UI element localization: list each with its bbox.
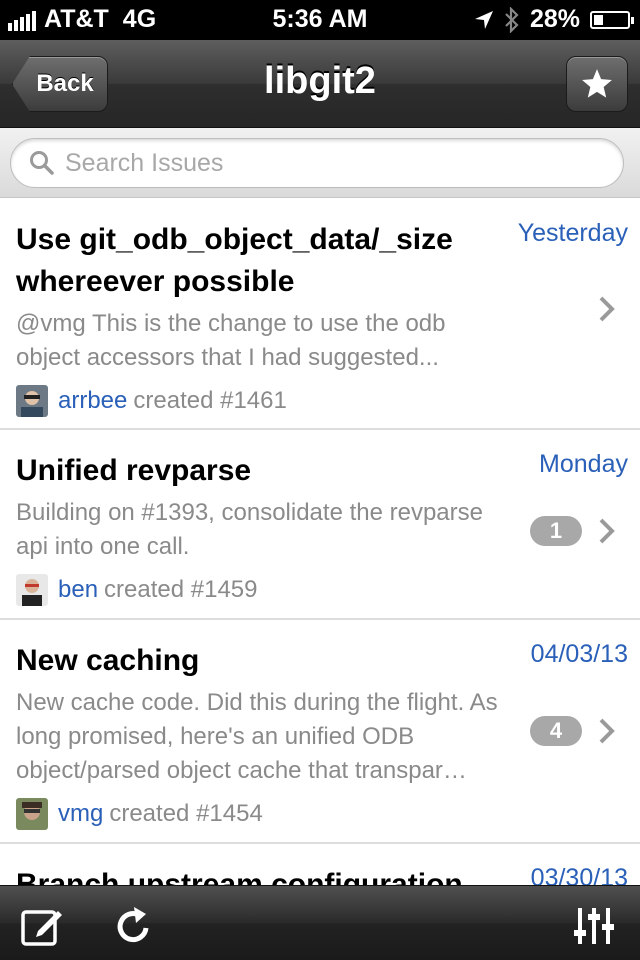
issue-date: Yesterday [517, 219, 628, 247]
avatar [16, 574, 48, 606]
star-button[interactable] [566, 56, 628, 112]
page-title: libgit2 [264, 60, 376, 102]
avatar [16, 798, 48, 830]
issue-row[interactable]: Use git_odb_object_data/_size whereever … [0, 199, 640, 430]
chevron-right-icon [599, 518, 615, 544]
bluetooth-icon [504, 6, 520, 33]
chevron-right-icon [599, 718, 615, 744]
issue-meta: arrbee created #1461 [16, 383, 624, 419]
issue-meta: vmg created #1454 [16, 796, 624, 832]
battery-fill [594, 14, 603, 25]
comment-count-badge: 1 [530, 516, 582, 546]
location-arrow-icon [474, 10, 494, 30]
comment-count-badge: 4 [530, 716, 582, 746]
search-icon [30, 151, 54, 175]
issue-title: Use git_odb_object_data/_size whereever … [16, 223, 453, 298]
filter-button[interactable] [572, 904, 616, 948]
chevron-right-icon [599, 296, 615, 322]
issue-date: 04/03/13 [530, 640, 628, 668]
issue-body: New cache code. Did this during the flig… [16, 689, 498, 784]
issue-row[interactable]: Branch upstream configuration 03/30/13 [0, 844, 640, 885]
refresh-icon [117, 907, 149, 943]
issue-created: created #1459 [104, 576, 258, 603]
navigation-bar: Back libgit2 [0, 40, 640, 128]
refresh-button[interactable] [112, 904, 156, 948]
bottom-toolbar [0, 885, 640, 960]
compose-icon [21, 910, 62, 946]
issue-author[interactable]: vmg [58, 800, 103, 828]
status-bar: AT&T 4G 5:36 AM 28% [0, 0, 640, 40]
search-input[interactable] [65, 148, 585, 178]
issue-title: New caching [16, 644, 200, 677]
issue-row[interactable]: Unified revparse Monday Building on #139… [0, 430, 640, 620]
star-icon [582, 69, 612, 98]
status-right: 28% [474, 5, 634, 34]
battery-percent: 28% [529, 5, 580, 33]
issue-body: @vmg This is the change to use the odb o… [16, 310, 446, 371]
issue-meta: ben created #1459 [16, 572, 624, 608]
compose-button[interactable] [20, 904, 64, 948]
filter-sliders-icon [574, 908, 614, 944]
issue-body: Building on #1393, consolidate the revpa… [16, 499, 483, 560]
search-field[interactable] [10, 138, 624, 188]
issue-date: Monday [539, 450, 628, 478]
avatar [16, 385, 48, 417]
issue-created: created #1454 [109, 800, 263, 827]
issue-list[interactable]: Use git_odb_object_data/_size whereever … [0, 199, 640, 885]
issue-created: created #1461 [133, 387, 287, 414]
issue-row[interactable]: New caching 04/03/13 New cache code. Did… [0, 620, 640, 844]
issue-author[interactable]: ben [58, 576, 98, 604]
search-bar [0, 128, 640, 198]
issue-title: Unified revparse [16, 454, 252, 487]
issue-title: Branch upstream configuration [16, 868, 463, 885]
issue-date: 03/30/13 [530, 864, 628, 885]
battery-icon [590, 10, 634, 29]
issue-author[interactable]: arrbee [58, 387, 127, 415]
